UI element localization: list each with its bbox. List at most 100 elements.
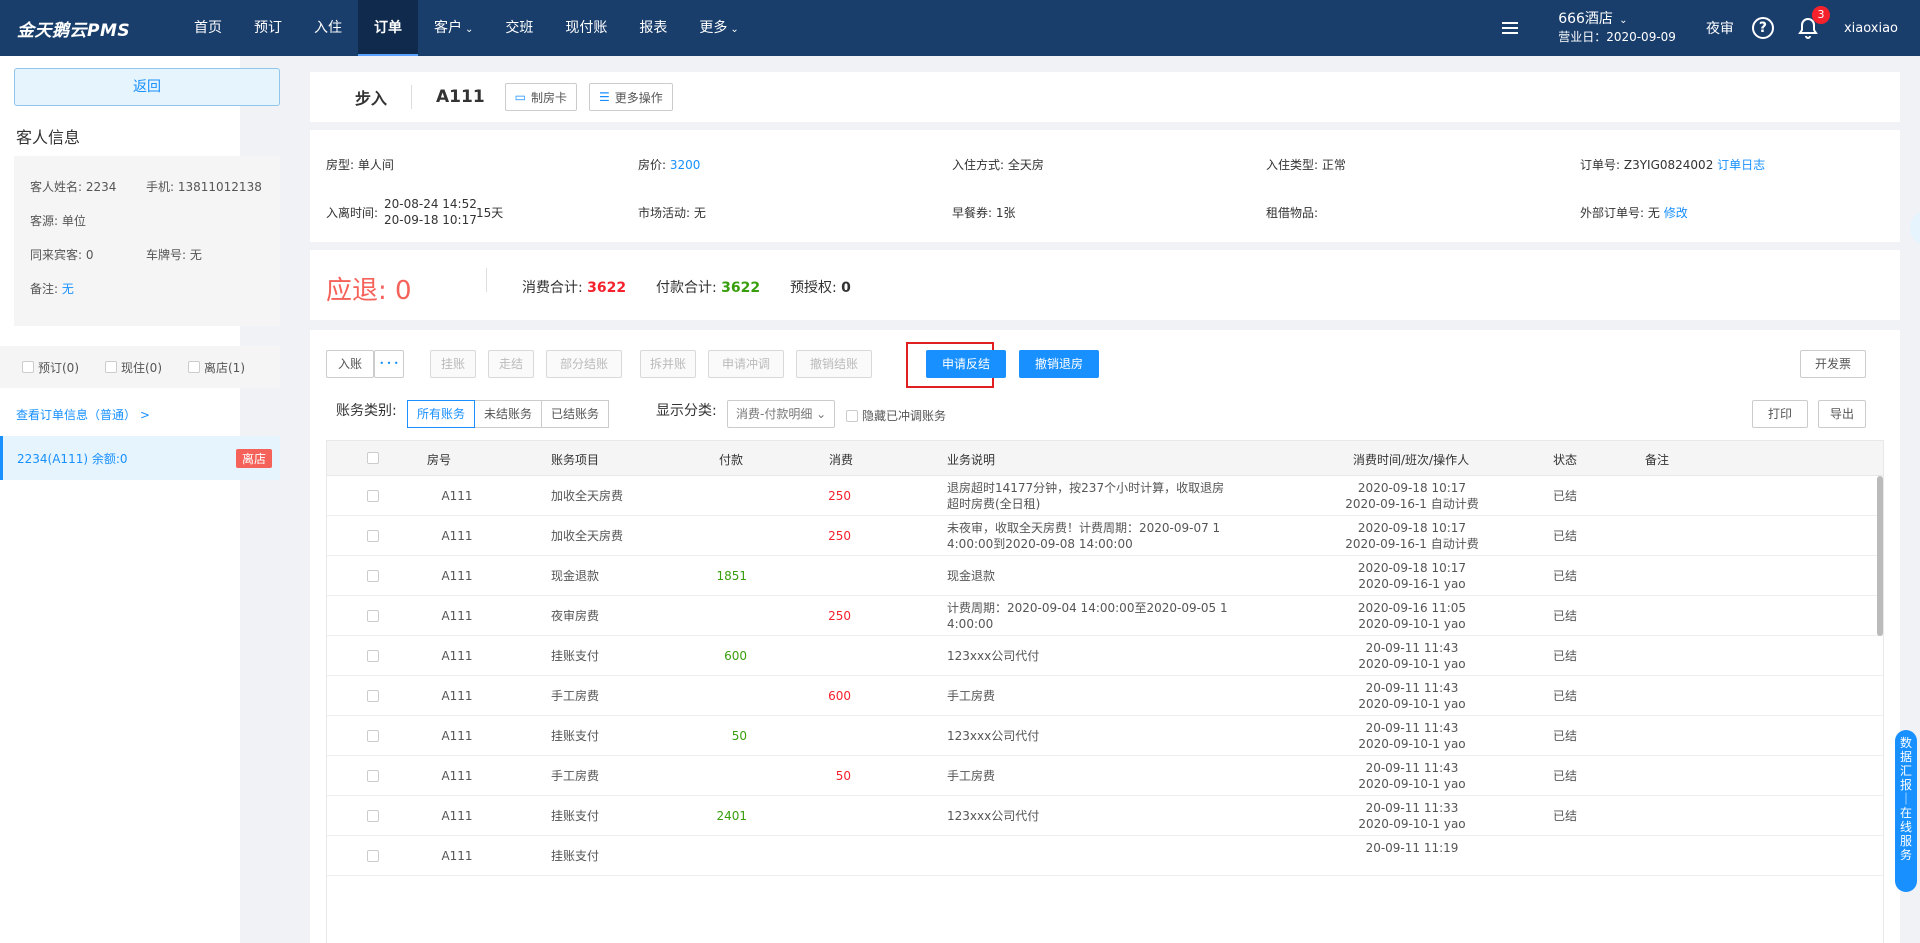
more-ops-label: 更多操作 [614,90,663,105]
nav-orders[interactable]: 订单 [358,0,418,56]
row-checkbox[interactable] [367,650,379,662]
table-row[interactable]: A111 加收全天房费 250 未夜审，收取全天房费！计费周期：2020-09-07 … [327,516,1883,556]
settle-button[interactable]: 走结 [488,350,534,378]
charge-button[interactable]: 挂账 [430,350,476,378]
account-table: 房号 账务项目 付款 消费 业务说明 消费时间/班次/操作人 状态 备注 A11… [326,440,1884,943]
more-actions-button[interactable]: • • • [374,350,404,378]
row-time: 2020-09-18 10:17 [1357,521,1467,535]
view-order-link[interactable]: 查看订单信息（普通） > [16,406,150,423]
row-room: A111 [441,729,473,743]
tab-reserved[interactable]: 预订(0) [22,359,79,376]
preauth-total: 预授权: 0 [790,277,851,297]
floating-service-tab[interactable]: 数据汇报｜在线服务 [1895,730,1917,892]
nav-more[interactable]: 更多 ⌄ [683,0,754,56]
nav-reports[interactable]: 报表 [623,0,683,56]
apply-adjust-button[interactable]: 申请冲调 [708,350,784,378]
row-checkbox[interactable] [367,530,379,542]
row-checkbox[interactable] [367,610,379,622]
back-button[interactable]: 返回 [14,68,280,106]
cat-unsettled[interactable]: 未结账务 [474,400,543,428]
table-row[interactable]: A111 挂账支付 2401 123xxx公司代付 20-09-11 11:33 2020… [327,796,1883,836]
row-checkbox[interactable] [367,570,379,582]
table-row[interactable]: A111 挂账支付 20-09-11 11:19 [327,836,1883,876]
stay-status-tabs: 预订(0) 现住(0) 离店(1) [0,346,280,388]
undo-settle-button[interactable]: 撤销结账 [796,350,872,378]
app-logo: 金天鹅云PMS [17,20,131,41]
stay-in: 20-08-24 14:52 [384,197,477,211]
row-room: A111 [441,529,473,543]
table-row[interactable]: A111 挂账支付 50 123xxx公司代付 20-09-11 11:43 2020-0… [327,716,1883,756]
row-status: 已结 [1553,689,1578,703]
list-icon[interactable] [1502,22,1519,34]
row-checkbox[interactable] [367,810,379,822]
nav-home[interactable]: 首页 [178,0,238,56]
invoice-button[interactable]: 开发票 [1800,350,1866,378]
tab-checked-out[interactable]: 离店(1) [188,359,245,376]
order-log-link[interactable]: 订单日志 [1717,158,1765,172]
row-item: 挂账支付 [551,849,600,863]
edit-link[interactable]: 修改 [1664,206,1688,220]
table-row[interactable]: A111 手工房费 600 手工房费 20-09-11 11:43 2020-09-10-… [327,676,1883,716]
row-item: 挂账支付 [551,809,600,823]
row-checkbox[interactable] [367,730,379,742]
display-value: 消费-付款明细 [736,407,813,421]
guest-remark-link[interactable]: 无 [62,282,74,296]
select-all-checkbox[interactable] [367,452,379,464]
help-icon[interactable]: ? [1751,17,1774,39]
print-button[interactable]: 打印 [1752,400,1808,428]
main-nav: 首页 预订 入住 订单 客户 ⌄ 交班 现付账 报表 更多 ⌄ [178,0,755,56]
apply-reverse-settle-button[interactable]: 申请反结 [926,350,1006,378]
nav-cash-account[interactable]: 现付账 [549,0,623,56]
col-consume: 消费 [829,453,854,467]
guest-source: 客源: 单位 [30,214,86,228]
nav-booking[interactable]: 预订 [238,0,298,56]
split-merge-button[interactable]: 拆并账 [640,350,696,378]
guest-list-item[interactable]: 2234(A111) 余额:0 离店 [0,436,280,480]
checkbox[interactable] [105,361,117,373]
cat-settled[interactable]: 已结账务 [541,400,610,428]
scrollbar[interactable] [1877,476,1883,636]
breakfast-voucher: 早餐券: 1张 [952,206,1016,220]
table-row[interactable]: A111 挂账支付 600 123xxx公司代付 20-09-11 11:43 2020-… [327,636,1883,676]
row-checkbox[interactable] [367,490,379,502]
night-audit-link[interactable]: 夜审 [1706,18,1734,38]
display-select[interactable]: 消费-付款明细 ⌄ [727,400,835,428]
table-row[interactable]: A111 手工房费 50 手工房费 20-09-11 11:43 2020-09-10-1… [327,756,1883,796]
bell-icon[interactable]: 3 [1796,6,1830,40]
chevron-down-icon: ⌄ [1615,14,1628,26]
nav-shift[interactable]: 交班 [489,0,549,56]
checkbox[interactable] [22,361,34,373]
stay-out: 20-09-18 10:17 [384,213,477,227]
user-menu[interactable]: xiaoxiao [1844,21,1898,36]
export-button[interactable]: 导出 [1818,400,1866,428]
partial-settle-button[interactable]: 部分结账 [546,350,622,378]
more-ops-button[interactable]: ☰ 更多操作 [589,83,673,111]
market-activity: 市场活动: 无 [638,206,706,220]
table-row[interactable]: A111 加收全天房费 250 退房超时14177分钟，按237个小时计算，收取退房超… [327,476,1883,516]
row-desc-line1: 手工房费 [947,769,996,783]
table-row[interactable]: A111 夜审房费 250 计费周期：2020-09-04 14:00:00至2020… [327,596,1883,636]
nav-checkin[interactable]: 入住 [298,0,358,56]
edge-handle[interactable] [1910,210,1920,246]
pay-value: 3622 [721,280,761,296]
checkbox[interactable] [846,409,858,422]
post-button[interactable]: 入账 [326,350,374,378]
table-row[interactable]: A111 现金退款 1851 现金退款 2020-09-18 10:17 2020-09-… [327,556,1883,596]
row-checkbox[interactable] [367,770,379,782]
row-checkbox[interactable] [367,850,379,862]
cancel-checkout-button[interactable]: 撤销退房 [1019,350,1099,378]
tab-in-house[interactable]: 现住(0) [105,359,162,376]
row-checkbox[interactable] [367,690,379,702]
hide-adjusted-toggle[interactable]: 隐藏已冲调账务 [846,407,946,424]
nav-customers[interactable]: 客户 ⌄ [418,0,489,56]
hotel-selector[interactable]: 666酒店 ⌄ 营业日：2020-09-09 [1558,11,1676,46]
row-status: 已结 [1553,809,1578,823]
chevron-down-icon: ⌄ [465,24,474,35]
checkbox[interactable] [188,361,200,373]
row-consume: 250 [828,529,851,543]
make-card-button[interactable]: ▭ 制房卡 [504,83,578,111]
cat-all[interactable]: 所有账务 [407,400,476,428]
row-status: 已结 [1553,569,1578,583]
stay-nights: 15天 [476,206,504,220]
row-item: 现金退款 [551,569,600,583]
